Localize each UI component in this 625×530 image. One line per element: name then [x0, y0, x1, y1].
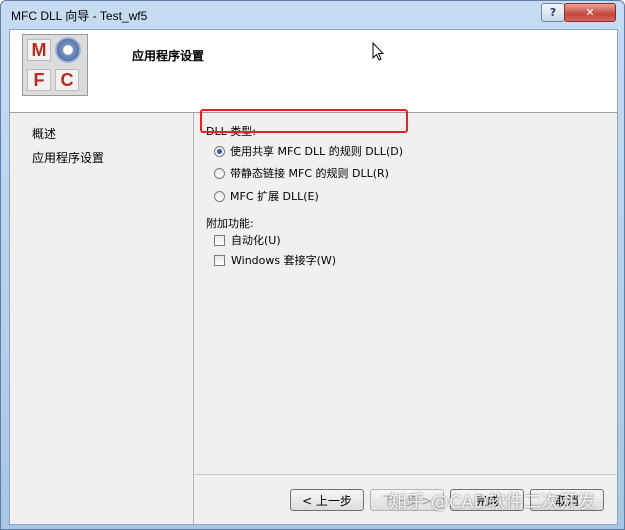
checkbox[interactable] [214, 254, 225, 266]
radio-button[interactable] [214, 167, 225, 179]
mouse-cursor-icon [372, 42, 385, 61]
help-button[interactable]: ? [541, 3, 565, 22]
settings-pane: DLL 类型: 使用共享 MFC DLL 的规则 DLL(D) 带静态链接 MF… [194, 113, 617, 524]
prev-button[interactable]: < 上一步 [290, 489, 364, 511]
checkbox-label: 自动化(U) [231, 234, 281, 247]
logo-letter-m: M [27, 39, 51, 61]
nav-item-app-settings[interactable]: 应用程序设置 [32, 149, 104, 166]
checkbox[interactable] [214, 234, 225, 246]
gear-icon [55, 37, 81, 63]
checkbox-windows-sockets[interactable]: Windows 套接字(W) [214, 251, 336, 269]
button-separator [194, 474, 617, 475]
page-title: 应用程序设置 [132, 49, 205, 63]
logo-letter-c: C [55, 69, 79, 91]
checkbox-label: Windows 套接字(W) [231, 254, 337, 267]
dialog-client-area: M F C 应用程序设置 概述 应用程序设置 DLL 类型: 使用共享 MFC … [9, 29, 618, 525]
features-label: 附加功能: [206, 217, 254, 230]
wizard-nav: 概述 应用程序设置 [10, 113, 193, 524]
selection-highlight-box [200, 109, 408, 133]
radio-shared-mfc-dll[interactable]: 使用共享 MFC DLL 的规则 DLL(D) [214, 142, 403, 160]
radio-label: MFC 扩展 DLL(E) [230, 190, 319, 203]
logo-letter-f: F [27, 69, 51, 91]
nav-item-overview[interactable]: 概述 [32, 125, 56, 142]
title-bar[interactable]: MFC DLL 向导 - Test_wf5 ? ✕ [1, 1, 624, 29]
dialog-window: MFC DLL 向导 - Test_wf5 ? ✕ M F C 应用程序设置 概… [0, 0, 625, 530]
watermark-text: 知乎 @CAD软件二次开发 [389, 492, 596, 513]
mfc-logo: M F C [22, 34, 88, 96]
radio-static-mfc-dll[interactable]: 带静态链接 MFC 的规则 DLL(R) [214, 164, 389, 182]
radio-button[interactable] [214, 190, 225, 202]
radio-label: 带静态链接 MFC 的规则 DLL(R) [230, 167, 389, 180]
radio-mfc-extension-dll[interactable]: MFC 扩展 DLL(E) [214, 187, 319, 205]
window-title: MFC DLL 向导 - Test_wf5 [11, 9, 148, 23]
radio-button-selected[interactable] [214, 145, 225, 157]
radio-label: 使用共享 MFC DLL 的规则 DLL(D) [230, 145, 403, 158]
close-button[interactable]: ✕ [564, 3, 616, 22]
wizard-header: M F C 应用程序设置 [10, 30, 617, 113]
checkbox-automation[interactable]: 自动化(U) [214, 231, 281, 249]
